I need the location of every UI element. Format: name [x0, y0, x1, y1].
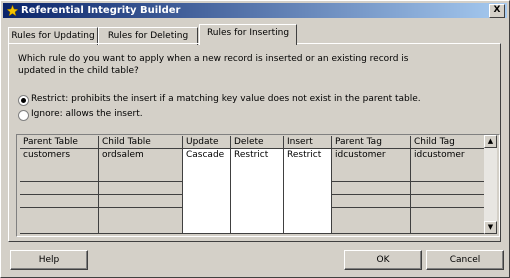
empty-cell: [99, 182, 183, 195]
empty-cell: [99, 195, 183, 208]
empty-cell: [411, 182, 485, 195]
ignore-radio[interactable]: [18, 110, 29, 121]
empty-cell: [20, 195, 99, 208]
help-button[interactable]: Help: [10, 250, 88, 270]
table-cell[interactable]: Cascade: [183, 149, 231, 234]
restrict-radio[interactable]: [18, 95, 29, 106]
column-header: Parent Table: [20, 136, 99, 149]
column-header: Parent Tag: [332, 136, 411, 149]
column-header: Insert: [284, 136, 332, 149]
window-title: Referential Integrity Builder: [21, 5, 181, 16]
empty-cell: [20, 208, 99, 234]
restrict-label[interactable]: Restrict: prohibits the insert if a matc…: [31, 94, 421, 105]
scroll-up-icon[interactable]: ▲: [484, 135, 497, 148]
scroll-down-icon[interactable]: ▼: [484, 221, 497, 234]
cancel-button[interactable]: Cancel: [426, 250, 504, 270]
close-button[interactable]: X: [489, 4, 505, 18]
table-cell[interactable]: customers: [20, 149, 99, 182]
empty-cell: [99, 208, 183, 234]
empty-cell: [411, 208, 485, 234]
question-text: Which rule do you want to apply when a n…: [18, 54, 409, 76]
table-cell[interactable]: ordsalem: [99, 149, 183, 182]
empty-cell: [332, 182, 411, 195]
ok-button[interactable]: OK: [344, 250, 422, 270]
table-cell[interactable]: Restrict: [231, 149, 284, 234]
empty-cell: [332, 208, 411, 234]
rules-grid: Parent Table Child Table Update Delete I…: [16, 134, 500, 237]
table-cell[interactable]: idcustomer: [411, 149, 485, 182]
empty-cell: [411, 195, 485, 208]
ignore-label[interactable]: Ignore: allows the insert.: [31, 109, 143, 120]
empty-cell: [332, 195, 411, 208]
vertical-scrollbar[interactable]: ▲ ▼: [484, 135, 497, 234]
tab-inserting[interactable]: Rules for Inserting: [199, 24, 297, 45]
column-header: Update: [183, 136, 231, 149]
table-cell[interactable]: Restrict: [284, 149, 332, 234]
column-header: Child Table: [99, 136, 183, 149]
column-header: Delete: [231, 136, 284, 149]
column-header: Child Tag: [411, 136, 485, 149]
title-bar: Referential Integrity Builder X: [3, 3, 507, 18]
app-icon: [7, 5, 18, 16]
empty-cell: [20, 182, 99, 195]
table-cell[interactable]: idcustomer: [332, 149, 411, 182]
